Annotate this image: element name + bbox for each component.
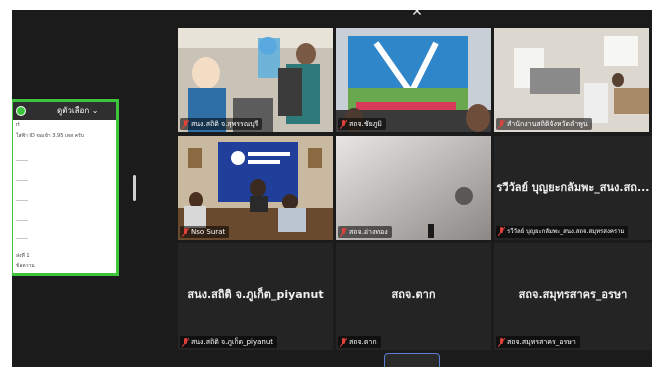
video-tile[interactable]: สถจ.ชัยภูมิ: [336, 28, 491, 132]
participant-name: สำนักงานสถิติจังหวัดลำพูน: [507, 120, 588, 128]
participant-name-tag: สถจ.อ่างทอง: [338, 226, 392, 238]
participant-name: สถจ.ตาก: [349, 338, 377, 346]
side-line: ใส่ฟ้า ID ขอเข้า 3.95 เทส ครับ: [16, 133, 84, 139]
participant-display-name: สถจ.ตาก: [391, 288, 436, 301]
status-dot-icon: [16, 106, 26, 116]
participant-name-tag: สถจ.สมุทรสาคร_อรษา: [496, 336, 580, 348]
participant-name-tag: สำนักงานสถิติจังหวัดลำพูน: [496, 118, 592, 130]
divider: [16, 238, 28, 239]
participant-name-tag: สถจ.ตาก: [338, 336, 381, 348]
divider: [16, 200, 28, 201]
participant-name-tag: สถจ.ชัยภูมิ: [338, 118, 386, 130]
participant-name: สถจ.ชัยภูมิ: [349, 120, 382, 128]
panel-resize-handle[interactable]: [133, 175, 136, 201]
participant-display-name: รวีวัลย์ บุญยะกลัมพะ_สนง.สถ...: [496, 181, 650, 194]
participant-name-tag: Nso Surat: [180, 226, 230, 238]
chevron-down-icon: ⌄: [406, 359, 418, 367]
video-feed-image: [178, 136, 333, 240]
microphone-muted-icon: [498, 119, 505, 129]
side-line: ข้อความ: [16, 263, 35, 269]
video-feed-image: [494, 28, 649, 132]
participant-name-tag: รวีวัลย์ บุญยะกลัมพะ_สนง.สถจ.สมุทรสงคราม: [496, 226, 629, 238]
participant-name: สถจ.อ่างทอง: [349, 228, 388, 236]
microphone-muted-icon: [340, 227, 347, 237]
side-panel: ดูตัวเลือก ⌄ rt ใส่ฟ้า ID ขอเข้า 3.95 เท…: [12, 99, 119, 276]
video-feed-image: [336, 28, 491, 132]
participant-name-tag: สนง.สถิติ จ.สุพรรณบุรี: [180, 118, 263, 130]
microphone-muted-icon: [182, 337, 189, 347]
divider: [16, 180, 28, 181]
microphone-muted-icon: [182, 119, 189, 129]
video-tile[interactable]: สำนักงานสถิติจังหวัดลำพูน: [494, 28, 649, 132]
meeting-window: ✕ ดูตัวเลือก ⌄ rt ใส่ฟ้า ID ขอเข้า 3.95 …: [12, 10, 652, 367]
participant-name-tag: สนง.สถิติ จ.ภูเก็ต_piyanut: [180, 336, 278, 348]
participant-name: Nso Surat: [191, 228, 226, 236]
video-tile[interactable]: รวีวัลย์ บุญยะกลัมพะ_สนง.สถ... รวีวัลย์ …: [494, 136, 652, 240]
show-more-button[interactable]: ⌄: [384, 353, 440, 367]
video-feed-image: [336, 136, 491, 240]
participant-name: รวีวัลย์ บุญยะกลัมพะ_สนง.สถจ.สมุทรสงคราม: [507, 228, 625, 235]
chevron-up-icon[interactable]: ✕: [407, 10, 427, 20]
view-options-button[interactable]: ดูตัวเลือก ⌄: [57, 102, 98, 120]
microphone-muted-icon: [182, 227, 189, 237]
participant-display-name: สนง.สถิติ จ.ภูเก็ต_piyanut: [187, 288, 324, 301]
video-tile[interactable]: สนง.สถิติ จ.สุพรรณบุรี: [178, 28, 333, 132]
participant-display-name: สถจ.สมุทรสาคร_อรษา: [518, 288, 628, 301]
participant-name: สนง.สถิติ จ.สุพรรณบุรี: [191, 120, 259, 128]
microphone-muted-icon: [340, 119, 347, 129]
side-panel-header: ดูตัวเลือก ⌄: [13, 102, 116, 120]
side-panel-body: rt ใส่ฟ้า ID ขอเข้า 3.95 เทส ครับ ส่งที่…: [13, 120, 116, 273]
divider: [16, 160, 28, 161]
video-tile[interactable]: สถจ.ตาก สถจ.ตาก: [336, 243, 491, 350]
video-tile[interactable]: สถจ.อ่างทอง: [336, 136, 491, 240]
side-line: ส่งที่ 1: [16, 253, 30, 259]
video-tile[interactable]: สนง.สถิติ จ.ภูเก็ต_piyanut สนง.สถิติ จ.ภ…: [178, 243, 333, 350]
divider: [16, 220, 28, 221]
microphone-muted-icon: [340, 337, 347, 347]
video-feed-image: [178, 28, 333, 132]
video-tile[interactable]: สถจ.สมุทรสาคร_อรษา สถจ.สมุทรสาคร_อรษา: [494, 243, 652, 350]
participant-name: สถจ.สมุทรสาคร_อรษา: [507, 338, 576, 346]
microphone-muted-icon: [498, 227, 505, 236]
microphone-muted-icon: [498, 337, 505, 347]
video-tile[interactable]: Nso Surat: [178, 136, 333, 240]
side-line: rt: [16, 122, 21, 128]
participant-name: สนง.สถิติ จ.ภูเก็ต_piyanut: [191, 338, 274, 346]
